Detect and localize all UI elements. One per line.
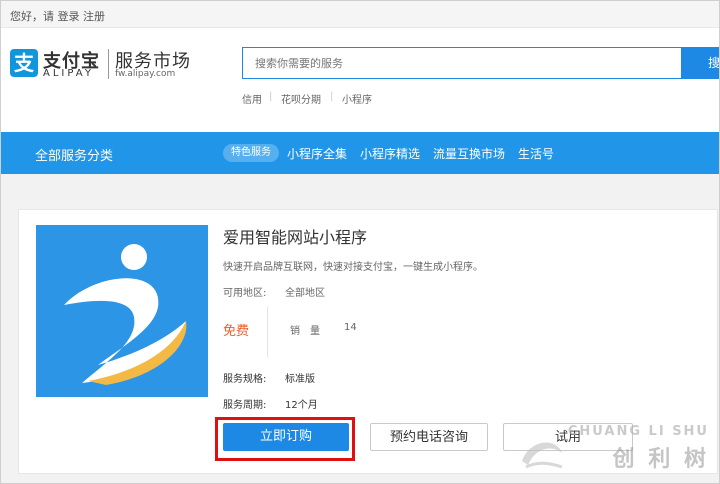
subscribe-highlight-box (215, 417, 355, 461)
period-value[interactable]: 12个月 (285, 396, 318, 411)
brand-en: ALIPAY (43, 68, 94, 79)
search-button[interactable]: 搜 (682, 47, 719, 79)
product-logo-icon (64, 244, 187, 385)
hot-separator: | (330, 91, 334, 102)
nav-bar: 全部服务分类 特色服务 小程序全集 小程序精选 流量互换市场 生活号 (1, 132, 719, 174)
sales-label: 销 量 (290, 326, 320, 337)
spec-value[interactable]: 标准版 (285, 370, 315, 385)
product-logo-image (36, 225, 208, 397)
market-url: fw.alipay.com (115, 69, 176, 79)
browser-frame: 您好，请 登录 注册 支 支付宝 ALIPAY 服务市场 fw.alipay.c… (0, 0, 720, 484)
alipay-logo-icon[interactable]: 支 (10, 49, 38, 77)
all-categories-menu[interactable]: 全部服务分类 (35, 145, 113, 164)
hot-keyword[interactable]: 小程序 (342, 91, 372, 106)
login-link[interactable]: 您好，请 登录 (10, 8, 80, 24)
hot-separator: | (269, 91, 273, 102)
sales-value: 14 (344, 322, 357, 333)
nav-item[interactable]: 小程序全集 (287, 145, 347, 162)
search-input[interactable] (253, 56, 657, 71)
nav-item[interactable]: 流量互换市场 (433, 145, 505, 162)
top-bar: 您好，请 登录 注册 (1, 1, 719, 28)
consult-button[interactable]: 预约电话咨询 (370, 423, 488, 451)
nav-item-featured[interactable]: 特色服务 (223, 144, 279, 162)
product-description: 快速开启品牌互联网，快速对接支付宝，一键生成小程序。 (223, 262, 483, 273)
search-box (242, 47, 682, 79)
logo-divider (108, 49, 109, 79)
area-label: 可用地区: (223, 288, 267, 299)
period-label: 服务周期: (223, 400, 267, 411)
watermark-text: CHUANG LI SHU (567, 424, 709, 439)
product-title: 爱用智能网站小程序 (223, 228, 368, 247)
spec-label: 服务规格: (223, 374, 267, 385)
header (1, 28, 719, 132)
nav-item[interactable]: 小程序精选 (360, 145, 420, 162)
watermark-text: 创 利 树 (612, 447, 709, 472)
hot-keyword[interactable]: 信用 (242, 91, 262, 106)
nav-item[interactable]: 生活号 (518, 145, 554, 162)
price-divider (267, 307, 268, 357)
area-value: 全部地区 (285, 288, 325, 299)
register-link[interactable]: 注册 (83, 8, 105, 24)
price: 免费 (223, 324, 250, 339)
hot-keyword[interactable]: 花呗分期 (281, 91, 321, 106)
watermark-logo-icon (522, 442, 563, 469)
